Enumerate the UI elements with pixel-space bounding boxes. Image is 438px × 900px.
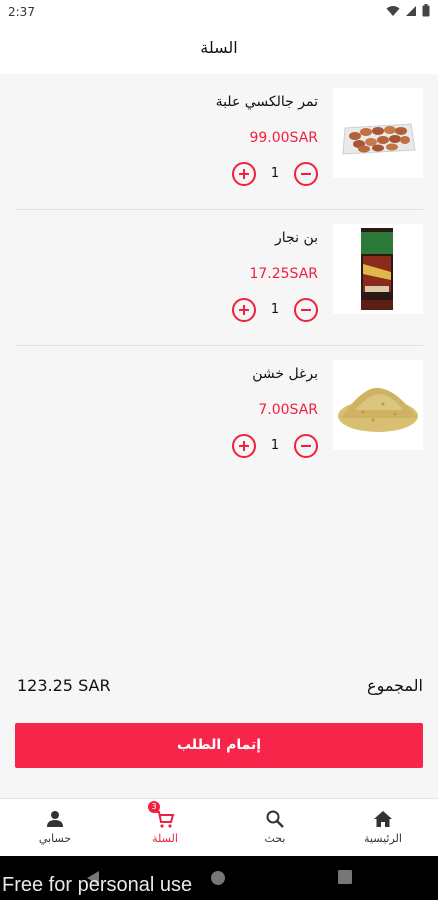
nav-label: حسابي — [38, 832, 72, 845]
quantity-stepper: 1 — [232, 434, 318, 458]
increase-quantity-button[interactable] — [232, 162, 256, 186]
quantity-value: 1 — [270, 166, 280, 181]
total-amount: 123.25 SAR — [17, 676, 111, 695]
watermark: Free for personal use — [2, 874, 193, 896]
cart-icon — [156, 811, 175, 828]
increase-quantity-button[interactable] — [232, 298, 256, 322]
nav-item-home[interactable]: الرئيسية — [328, 799, 438, 857]
product-price: 99.00SAR — [249, 130, 318, 146]
signal-icon — [406, 5, 416, 16]
cart-list: تمر جالكسي علبة 99.00SAR 1 بن نجار 17.25… — [0, 74, 438, 482]
increase-quantity-button[interactable] — [232, 434, 256, 458]
page-title: السلة — [200, 38, 238, 57]
person-icon — [47, 811, 63, 827]
recents-icon[interactable] — [338, 870, 352, 884]
product-name: بن نجار — [275, 230, 318, 246]
nav-label: السلة — [152, 832, 178, 845]
checkout-button[interactable]: إتمام الطلب — [15, 723, 423, 768]
decrease-quantity-button[interactable] — [294, 298, 318, 322]
nav-item-cart[interactable]: 3 السلة — [110, 799, 220, 857]
decrease-quantity-button[interactable] — [294, 434, 318, 458]
product-price: 17.25SAR — [249, 266, 318, 282]
total-label: المجموع — [367, 676, 423, 695]
quantity-stepper: 1 — [232, 298, 318, 322]
cart-item: تمر جالكسي علبة 99.00SAR 1 — [0, 74, 438, 210]
nav-label: الرئيسية — [364, 832, 402, 845]
battery-icon — [422, 4, 430, 17]
decrease-quantity-button[interactable] — [294, 162, 318, 186]
system-nav-bar: Free for personal use — [0, 856, 438, 900]
cart-item: برغل خشن 7.00SAR 1 — [0, 346, 438, 482]
wifi-icon — [386, 5, 400, 16]
quantity-value: 1 — [270, 302, 280, 317]
product-price: 7.00SAR — [258, 402, 318, 418]
bottom-nav: حسابي 3 السلة بحث الرئيسية — [0, 798, 438, 856]
order-total: 123.25 SAR المجموع — [0, 672, 438, 702]
status-bar: 2:37 — [0, 0, 438, 24]
quantity-stepper: 1 — [232, 162, 318, 186]
status-icons — [386, 4, 430, 17]
home-button-icon[interactable] — [210, 870, 226, 886]
search-icon — [266, 810, 284, 828]
app-header: السلة — [0, 24, 438, 74]
nav-label: بحث — [264, 832, 286, 845]
product-image-bulgur[interactable] — [333, 360, 423, 450]
nav-item-account[interactable]: حسابي — [0, 799, 110, 857]
product-image-dates[interactable] — [333, 88, 423, 178]
cart-item: بن نجار 17.25SAR 1 — [0, 210, 438, 346]
nav-item-search[interactable]: بحث — [220, 799, 330, 857]
quantity-value: 1 — [270, 438, 280, 453]
status-time: 2:37 — [8, 5, 35, 19]
product-name: تمر جالكسي علبة — [215, 94, 318, 110]
product-name: برغل خشن — [252, 366, 318, 382]
product-image-coffee[interactable] — [333, 224, 423, 314]
home-icon — [374, 811, 392, 827]
cart-count-badge: 3 — [148, 801, 160, 813]
